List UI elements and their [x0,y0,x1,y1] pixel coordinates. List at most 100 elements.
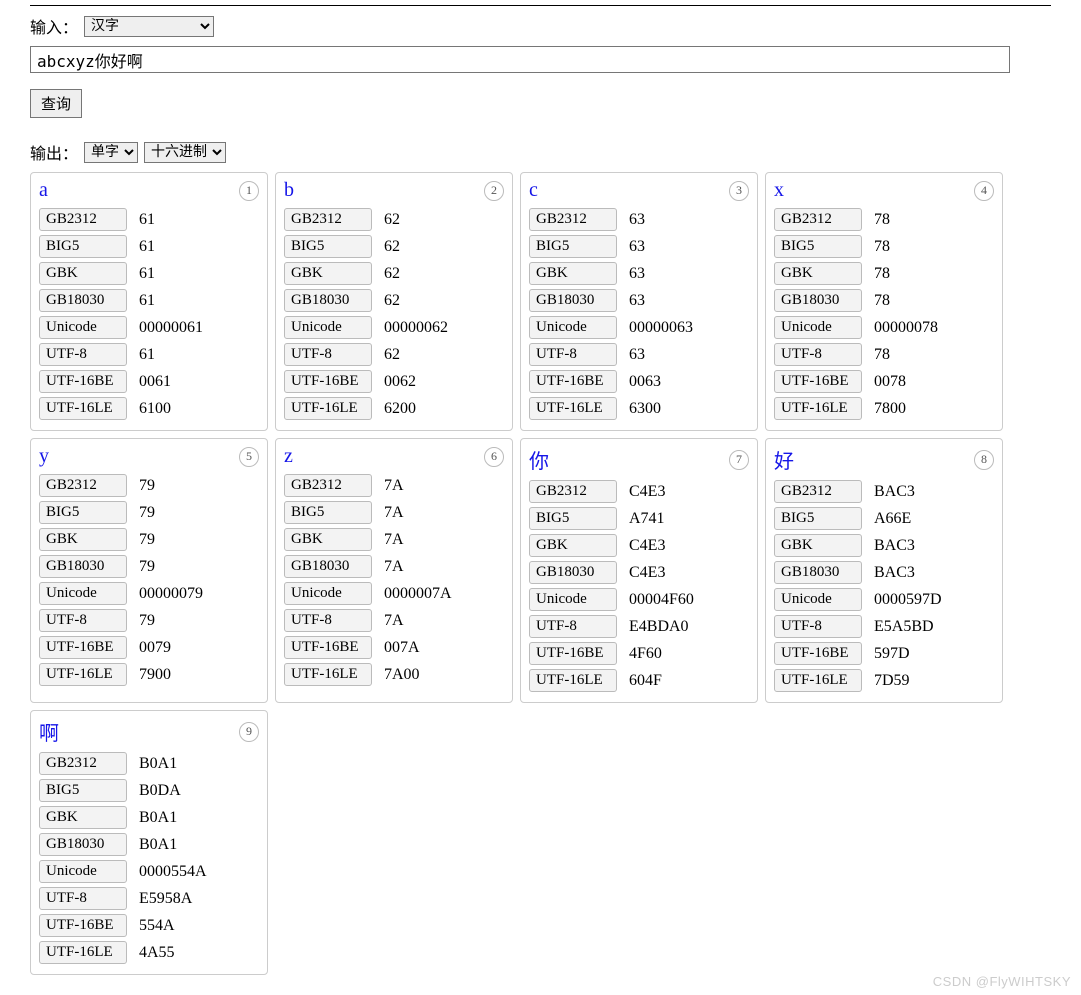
encoding-value: 007A [384,639,420,657]
encoding-value: E5A5BD [874,618,934,636]
encoding-row: UTF-16BE 007A [284,636,504,659]
encoding-row: GB231261 [39,208,259,231]
encoding-label: UTF-16LE [774,397,862,420]
encoding-row: GBK62 [284,262,504,285]
encoding-row: GBKC4E3 [529,534,749,557]
card-index-badge: 8 [974,450,994,470]
encoding-row: UTF-8E4BDA0 [529,615,749,638]
encoding-label: Unicode [529,588,617,611]
encoding-value: 0000007A [384,585,452,603]
input-label: 输入： [30,14,78,38]
card-index-badge: 1 [239,181,259,201]
encoding-row: GBK79 [39,528,259,551]
encoding-label: GB18030 [39,833,127,856]
encoding-label: UTF-16BE [774,370,862,393]
encoding-row: GB231263 [529,208,749,231]
encoding-label: GB2312 [774,480,862,503]
encoding-label: GB18030 [39,555,127,578]
encoding-row: UTF-8E5958A [39,887,259,910]
encoding-value: BAC3 [874,537,915,555]
encoding-label: UTF-16BE [284,636,372,659]
encoding-value: C4E3 [629,564,665,582]
encoding-row: UTF-879 [39,609,259,632]
encoding-label: UTF-16BE [39,636,127,659]
encoding-row: GB231279 [39,474,259,497]
encoding-value: 62 [384,238,400,256]
encoding-value: 61 [139,265,155,283]
encoding-label: Unicode [774,588,862,611]
encoding-value: 00004F60 [629,591,694,609]
encoding-label: UTF-16BE [774,642,862,665]
encoding-row: GB1803078 [774,289,994,312]
result-card: 好8GB2312BAC3BIG5A66EGBKBAC3GB18030BAC3Un… [765,438,1003,703]
result-card: x4GB231278BIG578GBK78GB1803078Unicode000… [765,172,1003,431]
encoding-row: BIG563 [529,235,749,258]
encoding-label: BIG5 [39,235,127,258]
encoding-row: BIG5A741 [529,507,749,530]
encoding-value: BAC3 [874,564,915,582]
encoding-row: GB2312C4E3 [529,480,749,503]
encoding-row: UTF-16BE4F60 [529,642,749,665]
encoding-row: Unicode00000079 [39,582,259,605]
output-radix-select[interactable]: 十六进制 [144,142,226,163]
encoding-value: 63 [629,211,645,229]
encoding-label: UTF-8 [529,343,617,366]
encoding-value: 78 [874,238,890,256]
encoding-label: UTF-16BE [529,370,617,393]
encoding-label: UTF-8 [284,343,372,366]
card-character: 你 [529,445,549,474]
result-card: a1GB231261BIG561GBK61GB1803061Unicode000… [30,172,268,431]
encoding-value: 78 [874,211,890,229]
encoding-label: BIG5 [284,501,372,524]
encoding-row: BIG57A [284,501,504,524]
encoding-value: A741 [629,510,665,528]
text-input-row [30,46,1051,73]
encoding-value: B0DA [139,782,181,800]
input-row: 输入： 汉字 [30,14,1051,38]
encoding-row: BIG561 [39,235,259,258]
encoding-label: Unicode [39,316,127,339]
encoding-value: 79 [139,612,155,630]
encoding-label: Unicode [774,316,862,339]
query-button[interactable]: 查询 [30,89,82,118]
encoding-row: GB231262 [284,208,504,231]
encoding-value: 79 [139,558,155,576]
encoding-value: 63 [629,265,645,283]
card-header: 你7 [529,445,749,474]
encoding-value: 7A [384,612,404,630]
encoding-value: 0078 [874,373,906,391]
encoding-value: 62 [384,211,400,229]
encoding-value: C4E3 [629,483,665,501]
encoding-row: BIG578 [774,235,994,258]
encoding-row: UTF-87A [284,609,504,632]
card-character: c [529,179,538,202]
encoding-label: GB18030 [529,561,617,584]
encoding-value: 0000597D [874,591,942,609]
encoding-label: UTF-8 [774,615,862,638]
encoding-label: UTF-16LE [39,941,127,964]
encoding-label: UTF-16LE [529,397,617,420]
top-divider [30,0,1051,6]
query-text-input[interactable] [30,46,1010,73]
card-header: a1 [39,179,259,202]
encoding-row: UTF-878 [774,343,994,366]
encoding-row: UTF-16BE0063 [529,370,749,393]
encoding-value: A66E [874,510,911,528]
result-card: 啊9GB2312B0A1BIG5B0DAGBKB0A1GB18030B0A1Un… [30,710,268,975]
encoding-row: GB231278 [774,208,994,231]
output-mode-select[interactable]: 单字 [84,142,138,163]
input-type-select[interactable]: 汉字 [84,16,214,37]
encoding-value: 00000078 [874,319,938,337]
encoding-row: GB18030 C4E3 [529,561,749,584]
encoding-label: UTF-16BE [39,914,127,937]
encoding-label: BIG5 [39,779,127,802]
encoding-row: GBKBAC3 [774,534,994,557]
encoding-row: Unicode00000061 [39,316,259,339]
encoding-label: GB2312 [39,752,127,775]
result-card: c3GB231263BIG563GBK63GB1803063Unicode000… [520,172,758,431]
encoding-row: Unicode0000007A [284,582,504,605]
card-character: x [774,179,784,202]
encoding-value: 61 [139,346,155,364]
encoding-row: UTF-863 [529,343,749,366]
encoding-row: GB2312B0A1 [39,752,259,775]
